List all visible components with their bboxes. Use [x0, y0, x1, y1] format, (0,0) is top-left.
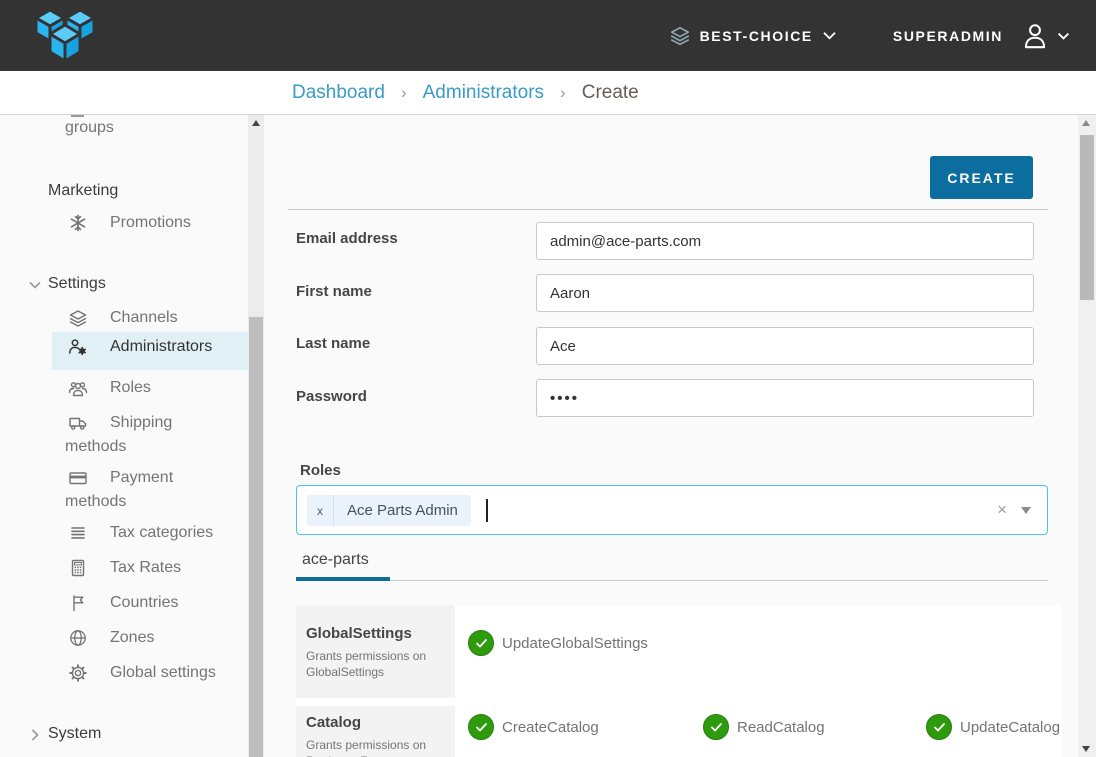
main-scrollbar[interactable]	[1078, 115, 1096, 757]
promotions-icon	[68, 213, 88, 233]
remove-role-icon[interactable]: x	[307, 495, 334, 526]
sidebar-item-global-settings[interactable]: Global settings	[65, 661, 237, 685]
sidebar-item-customer-groups-clipped[interactable]: groups	[65, 119, 114, 137]
admin-create-page: BEST-CHOICE SUPERADMIN Dashboard ›	[0, 0, 1096, 757]
sidebar-item-zones[interactable]: Zones	[65, 626, 237, 650]
globe-icon	[68, 628, 88, 648]
scroll-up-button[interactable]	[248, 115, 264, 131]
truck-icon	[68, 413, 88, 433]
layers-icon	[68, 308, 88, 328]
sidebar-nav: groups Marketing Promotions Settings	[0, 115, 248, 757]
breadcrumb-separator: ›	[560, 83, 566, 103]
row-gap	[296, 698, 1061, 706]
create-button[interactable]: CREATE	[930, 156, 1033, 199]
permission-toggle-updateglobalsettings[interactable]: UpdateGlobalSettings	[468, 630, 648, 656]
role-chip: x Ace Parts Admin	[307, 495, 471, 526]
permission-toggle-createcatalog[interactable]: CreateCatalog	[468, 714, 599, 740]
permission-group-header: GlobalSettings Grants permissions on Glo…	[296, 605, 455, 698]
check-icon	[475, 722, 488, 733]
layers-icon	[669, 25, 691, 47]
breadcrumb-dashboard[interactable]: Dashboard	[292, 82, 385, 104]
sidebar-section-settings[interactable]: Settings	[48, 275, 106, 293]
password-label: Password	[296, 388, 367, 405]
check-icon	[933, 722, 946, 733]
permission-group-header: Catalog Grants permissions on Products, …	[296, 706, 455, 757]
role-chip-label: Ace Parts Admin	[334, 495, 471, 526]
user-menu[interactable]: SUPERADMIN	[893, 20, 1070, 52]
last-name-label: Last name	[296, 335, 370, 352]
sidebar-section-marketing: Marketing	[48, 182, 118, 200]
email-field[interactable]	[536, 222, 1034, 260]
permission-row-globalsettings: GlobalSettings Grants permissions on Glo…	[296, 605, 1061, 698]
list-icon	[68, 523, 88, 543]
flag-icon	[68, 593, 88, 613]
first-name-label: First name	[296, 283, 372, 300]
clear-selection-icon[interactable]: ×	[997, 500, 1007, 520]
main-scrollbar-thumb[interactable]	[1080, 135, 1094, 300]
check-icon	[710, 722, 723, 733]
chevron-down-icon	[822, 30, 837, 41]
first-name-field[interactable]	[536, 274, 1034, 312]
check-circle-icon	[926, 714, 952, 740]
tab-active-indicator	[296, 577, 390, 581]
channel-switcher[interactable]: BEST-CHOICE	[669, 25, 837, 47]
sidebar-item-channels[interactable]: Channels	[65, 306, 237, 330]
scroll-up-button[interactable]	[1078, 115, 1094, 131]
main-content: CREATE Email address First name Last nam…	[264, 115, 1078, 757]
users-icon	[68, 378, 88, 398]
sidebar-item-countries[interactable]: Countries	[65, 591, 237, 615]
sidebar-item-shipping-methods[interactable]: Shipping methods	[65, 411, 237, 459]
vendure-logo[interactable]	[28, 5, 102, 70]
topbar: BEST-CHOICE SUPERADMIN	[0, 0, 1096, 71]
username: SUPERADMIN	[893, 28, 1003, 44]
dropdown-caret-icon[interactable]	[1021, 507, 1031, 514]
sidebar-item-roles[interactable]: Roles	[65, 376, 237, 400]
permission-toggle-readcatalog[interactable]: ReadCatalog	[703, 714, 825, 740]
tab-ace-parts[interactable]: ace-parts	[302, 551, 369, 569]
last-name-field[interactable]	[536, 327, 1034, 365]
permission-row-catalog: Catalog Grants permissions on Products, …	[296, 706, 1061, 757]
breadcrumb-create: Create	[582, 82, 639, 104]
permissions-table: GlobalSettings Grants permissions on Glo…	[296, 605, 1061, 757]
chevron-down-icon	[1057, 31, 1070, 41]
sidebar-item-administrators[interactable]: Administrators	[65, 335, 237, 359]
calculator-icon	[68, 558, 88, 578]
credit-card-icon	[68, 468, 88, 488]
chevron-down-icon	[26, 276, 44, 294]
tab-underline-track	[296, 580, 1048, 581]
check-icon	[475, 638, 488, 649]
header-bar: Dashboard › Administrators › Create	[0, 71, 1096, 115]
section-divider	[288, 209, 1048, 210]
sidebar-scrollbar[interactable]	[248, 115, 264, 757]
channel-name: BEST-CHOICE	[700, 28, 813, 44]
clipped-icon-fragment	[71, 115, 84, 117]
permission-toggle-updatecatalog[interactable]: UpdateCatalog	[926, 714, 1060, 740]
sidebar-item-promotions[interactable]: Promotions	[65, 211, 237, 235]
chevron-right-icon	[26, 726, 44, 744]
sidebar-item-tax-rates[interactable]: Tax Rates	[65, 556, 237, 580]
logo-cubes-icon	[28, 5, 102, 65]
user-icon	[1019, 20, 1051, 52]
text-cursor	[486, 499, 488, 522]
check-circle-icon	[468, 630, 494, 656]
cog-icon	[68, 663, 88, 683]
email-label: Email address	[296, 230, 398, 247]
sidebar-item-tax-categories[interactable]: Tax categories	[65, 521, 237, 545]
check-circle-icon	[468, 714, 494, 740]
breadcrumb-separator: ›	[401, 83, 407, 103]
scroll-down-button[interactable]	[1078, 741, 1094, 757]
breadcrumb-administrators[interactable]: Administrators	[423, 82, 544, 104]
administrator-icon	[68, 337, 88, 357]
roles-select[interactable]: x Ace Parts Admin ×	[296, 485, 1048, 535]
breadcrumb: Dashboard › Administrators › Create	[292, 71, 639, 115]
password-field[interactable]	[536, 379, 1034, 417]
roles-label: Roles	[300, 462, 341, 479]
check-circle-icon	[703, 714, 729, 740]
sidebar-item-payment-methods[interactable]: Payment methods	[65, 466, 237, 514]
sidebar-section-system[interactable]: System	[48, 725, 101, 743]
sidebar-scrollbar-thumb[interactable]	[249, 317, 263, 757]
